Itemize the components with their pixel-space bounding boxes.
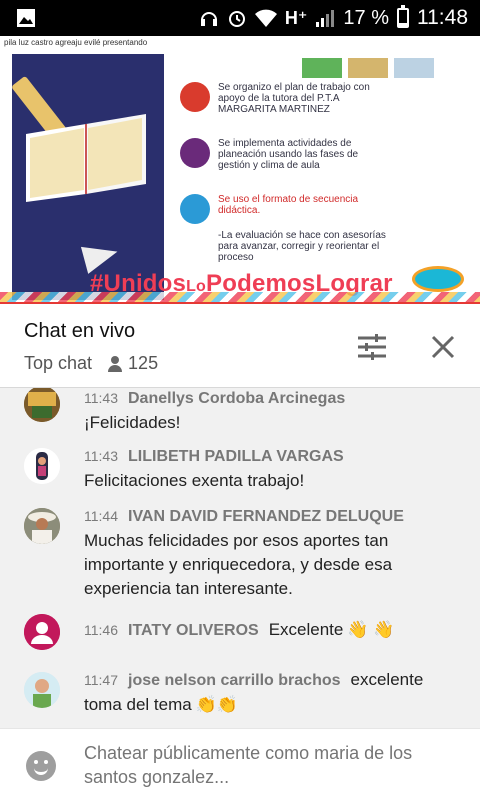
unidos-logo xyxy=(412,266,464,292)
person-icon xyxy=(108,355,123,372)
status-bar: H⁺ 17 % 11:48 xyxy=(0,0,480,36)
message-time: 11:46 xyxy=(84,622,118,638)
alarm-icon xyxy=(227,8,247,28)
logo-2 xyxy=(348,58,388,78)
screen: H⁺ 17 % 11:48 pila luz castro agreaju ev… xyxy=(0,0,480,800)
chat-message-list[interactable]: 11:43 Danellys Cordoba Arcinegas ¡Felicid… xyxy=(0,388,480,728)
avatar[interactable] xyxy=(24,448,60,484)
avatar[interactable] xyxy=(24,614,60,650)
message-time: 11:44 xyxy=(84,508,118,524)
video-player[interactable]: pila luz castro agreaju evilé presentand… xyxy=(0,36,480,302)
status-right: H⁺ 17 % 11:48 xyxy=(199,4,468,32)
message-time: 11:43 xyxy=(84,448,118,464)
tune-icon[interactable] xyxy=(358,334,386,360)
message-author[interactable]: IVAN DAVID FERNANDEZ DELUQUE xyxy=(128,508,404,525)
network-type: H⁺ xyxy=(284,7,308,28)
message-text: Excelente xyxy=(268,620,344,639)
message-time: 11:47 xyxy=(84,672,118,688)
paper-plane-illustration xyxy=(80,238,122,274)
slide-content: Se organizo el plan de trabajo con apoyo… xyxy=(164,54,464,300)
emoji-picker-icon[interactable] xyxy=(26,751,56,781)
point-3-icon xyxy=(180,194,210,224)
presenter-caption: pila luz castro agreaju evilé presentand… xyxy=(4,38,148,47)
chat-mode-label[interactable]: Top chat xyxy=(24,353,92,374)
battery-icon xyxy=(397,5,409,28)
close-icon[interactable] xyxy=(430,334,456,360)
waving-hands-emoji-icon: 👋 👋 xyxy=(347,620,395,639)
avatar[interactable] xyxy=(24,672,60,708)
decorative-border xyxy=(0,292,480,302)
message-text: ¡Felicidades! xyxy=(84,413,181,432)
slide-illustration xyxy=(10,54,164,300)
message-author[interactable]: LILIBETH PADILLA VARGAS xyxy=(128,448,344,465)
signal-icon xyxy=(315,8,335,28)
slide-point-2: Se implementa actividades de planeación … xyxy=(180,138,388,171)
chat-header: Chat en vivo Top chat 125 xyxy=(0,304,480,388)
slide-point-4: -La evaluación se hace con asesorías par… xyxy=(218,230,386,263)
clapping-hands-emoji-icon: 👏👏 xyxy=(195,695,239,714)
chat-message-input[interactable] xyxy=(84,741,444,789)
avatar[interactable] xyxy=(24,388,60,422)
book-illustration xyxy=(26,114,146,202)
headphones-icon xyxy=(199,8,219,28)
slide-point-3: Se uso el formato de secuencia didáctica… xyxy=(180,194,388,224)
chat-input-bar xyxy=(0,728,480,800)
message-author[interactable]: ITATY OLIVEROS xyxy=(128,622,259,639)
message-time: 11:43 xyxy=(84,390,118,406)
logo-1 xyxy=(302,58,342,78)
clock: 11:48 xyxy=(417,6,468,29)
chat-mode-selector[interactable]: Top chat 125 xyxy=(24,353,158,374)
battery-percent: 17 % xyxy=(343,6,389,29)
chat-title: Chat en vivo xyxy=(24,320,136,342)
viewer-count: 125 xyxy=(108,353,158,374)
message-author[interactable]: Danellys Cordoba Arcinegas xyxy=(128,390,345,407)
avatar[interactable] xyxy=(24,508,60,544)
image-notification-icon xyxy=(16,8,36,33)
institution-logos xyxy=(302,58,434,78)
logo-3 xyxy=(394,58,434,78)
message-author[interactable]: jose nelson carrillo brachos xyxy=(128,672,341,689)
point-1-icon xyxy=(180,82,210,112)
slide-point-1: Se organizo el plan de trabajo con apoyo… xyxy=(180,82,388,115)
message-text: Felicitaciones exenta trabajo! xyxy=(84,471,305,490)
wifi-icon xyxy=(254,9,277,27)
message-text: Muchas felicidades por esos aportes tan … xyxy=(84,531,393,598)
point-2-icon xyxy=(180,138,210,168)
